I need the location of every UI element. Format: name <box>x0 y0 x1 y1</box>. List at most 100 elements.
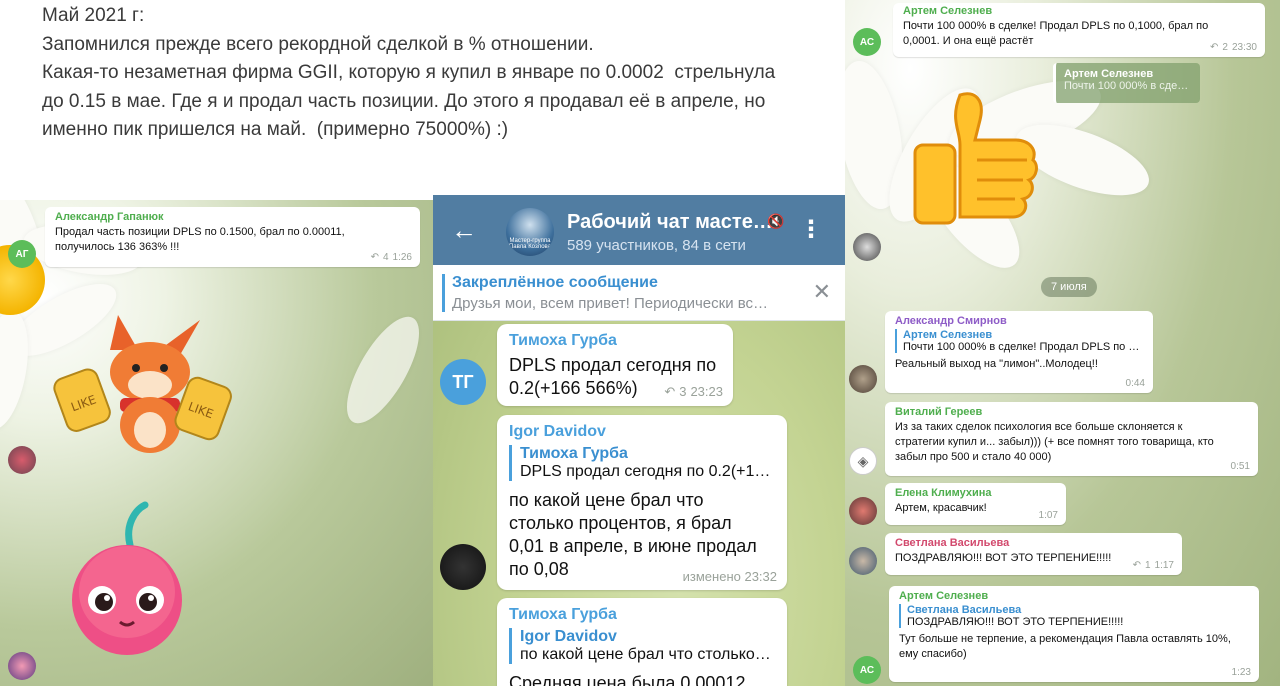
message-bubble[interactable]: Тимоха Гурба Igor Davidov по какой цене … <box>497 598 787 686</box>
chat-avatar[interactable]: Мастер-группа Павла Козлова <box>506 208 554 256</box>
message-sender[interactable]: Александр Гапанюк <box>55 211 410 223</box>
doc-line-5: именно пик пришелся на май. (примерно 75… <box>42 119 509 141</box>
thumbs-up-sticker <box>913 92 1038 225</box>
more-vertical-icon[interactable]: ⋮ <box>799 215 823 244</box>
pinned-message-bar[interactable]: Закреплённое сообщение Друзья мои, всем … <box>433 265 845 321</box>
close-icon[interactable]: ✕ <box>813 279 831 305</box>
pinned-text: Друзья мои, всем привет! Периодически вс… <box>452 295 769 312</box>
avatar[interactable]: АС <box>853 656 881 684</box>
message-time: изменено 23:32 <box>682 569 777 584</box>
message-sender[interactable]: Светлана Васильева <box>895 537 1172 549</box>
reply-quote[interactable]: Светлана Васильева ПОЗДРАВЛЯЮ!!! ВОТ ЭТО… <box>899 604 1249 628</box>
message-bubble[interactable]: Александр Смирнов Артем Селезнев Почти 1… <box>885 311 1153 393</box>
reply-quote[interactable]: Igor Davidov по какой цене брал что стол… <box>509 628 775 664</box>
reply-count[interactable]: 3 <box>679 384 686 400</box>
reply-count[interactable]: 2 <box>1222 42 1228 53</box>
message-sender[interactable]: Елена Климухина <box>895 487 1056 499</box>
message-text: Из за таких сделок психология все больше… <box>895 421 1214 463</box>
message-sender[interactable]: Тимоха Гурба <box>509 606 775 624</box>
avatar[interactable] <box>849 497 877 525</box>
message-bubble[interactable]: Светлана Васильева ПОЗДРАВЛЯЮ!!! ВОТ ЭТО… <box>885 533 1182 575</box>
message-time: 1:23 <box>1231 667 1251 678</box>
reply-arrow-icon[interactable]: ↶ <box>664 384 675 400</box>
avatar[interactable]: ◈ <box>849 447 877 475</box>
daisy-petal <box>333 306 433 434</box>
message-sender[interactable]: Артем Селезнев <box>899 590 1249 602</box>
reply-arrow-icon[interactable]: ↶ <box>371 252 379 263</box>
reply-count[interactable]: 1 <box>1145 560 1151 571</box>
doc-line-2: Запомнился прежде всего рекордной сделко… <box>42 33 594 55</box>
message-time: 23:23 <box>690 384 723 399</box>
text-document: Май 2021 г: Запомнился прежде всего реко… <box>0 0 845 200</box>
avatar[interactable] <box>8 652 36 680</box>
pinned-title: Закреплённое сообщение <box>452 274 658 291</box>
message-bubble[interactable]: Тимоха Гурба DPLS продал сегодня по 0.2(… <box>497 324 733 406</box>
quote-text: Почти 100 000% в сде… <box>1064 80 1189 92</box>
message-sender[interactable]: Артем Селезнев <box>903 5 1255 17</box>
avatar[interactable] <box>853 233 881 261</box>
avatar[interactable] <box>849 547 877 575</box>
message-text: по какой цене брал что столько процентов… <box>509 490 757 579</box>
date-separator: 7 июля <box>1041 277 1097 297</box>
message-text: Реальный выход на "лимон"..Молодец!! <box>895 358 1098 370</box>
message-text: Тут больше не терпение, а рекомендация П… <box>899 633 1231 660</box>
avatar[interactable] <box>8 446 36 474</box>
reply-arrow-icon[interactable]: ↶ <box>1133 560 1141 571</box>
message-time: 0:51 <box>1230 461 1250 472</box>
message-bubble[interactable]: Артем Селезнев Почти 100 000% в сделке! … <box>893 3 1265 57</box>
message-text: Артем, красавчик! <box>895 502 987 514</box>
avatar[interactable]: ТГ <box>440 359 486 405</box>
message-bubble[interactable]: Igor Davidov Тимоха Гурба DPLS продал се… <box>497 415 787 590</box>
message-bubble[interactable]: Артем Селезнев Светлана Васильева ПОЗДРА… <box>889 586 1259 682</box>
right-chat-wallpaper: Артем Селезнев Почти 100 000% в сделке! … <box>845 0 1280 686</box>
message-text: Средняя цена была 0,00012 <box>509 673 746 686</box>
quote-sender: Артем Селезнев <box>1064 68 1154 80</box>
message-sender[interactable]: Виталий Гереев <box>895 406 1248 418</box>
doc-line-1: Май 2021 г: <box>42 5 145 26</box>
message-time: 23:30 <box>1231 42 1257 53</box>
doc-line-4: до 0.15 в мае. Где я и продал часть пози… <box>42 90 766 112</box>
reply-quote-text: ПОЗДРАВЛЯЮ!!! ВОТ ЭТО ТЕРПЕНИЕ!!!!! <box>907 616 1124 628</box>
avatar[interactable]: АГ <box>8 240 36 268</box>
avatar[interactable] <box>849 365 877 393</box>
message-time: 1:17 <box>1154 560 1174 571</box>
message-time: 1:07 <box>1038 510 1058 521</box>
avatar[interactable] <box>440 544 486 590</box>
quoted-message-chip[interactable]: Артем Селезнев Почти 100 000% в сде… <box>1053 63 1200 103</box>
avatar[interactable]: АС <box>853 28 881 56</box>
message-bubble[interactable]: Александр Гапанюк Продал часть позиции D… <box>45 207 420 267</box>
message-text: Продал часть позиции DPLS по 0.1500, бра… <box>55 226 345 253</box>
reply-count[interactable]: 4 <box>383 252 389 263</box>
reply-quote-sender: Тимоха Гурба <box>520 445 628 462</box>
chat-title[interactable]: Рабочий чат масте… <box>567 211 773 234</box>
reply-quote-sender: Igor Davidov <box>520 628 617 645</box>
message-sender[interactable]: Igor Davidov <box>509 423 775 441</box>
left-chat-wallpaper: LIKE LIKE Александр Гапанюк Продал часть… <box>0 200 433 686</box>
message-text: ПОЗДРАВЛЯЮ!!! ВОТ ЭТО ТЕРПЕНИЕ!!!!! <box>895 552 1112 564</box>
doc-line-3: Какая-то незаметная фирма GGII, которую … <box>42 62 776 84</box>
reply-quote[interactable]: Артем Селезнев Почти 100 000% в сделке! … <box>895 329 1143 353</box>
message-meta: 0:44 <box>1126 378 1145 389</box>
mute-icon: 🔇 <box>767 213 785 229</box>
message-meta: ↶ 1 1:17 <box>1133 560 1174 571</box>
chat-avatar-caption: Мастер-группа Павла Козлова <box>508 238 551 250</box>
reply-quote-text: Почти 100 000% в сделке! Продал DPLS по … <box>903 341 1140 353</box>
message-sender[interactable]: Тимоха Гурба <box>509 332 721 350</box>
cherry-sticker <box>72 501 182 655</box>
message-meta: 0:51 <box>1231 461 1250 472</box>
message-meta: ↶ 2 23:30 <box>1210 42 1257 53</box>
message-meta: изменено 23:32 <box>683 569 777 584</box>
message-bubble[interactable]: Виталий Гереев Из за таких сделок психол… <box>885 402 1258 476</box>
fox-thumbs-up-sticker: LIKE LIKE <box>53 315 232 453</box>
message-sender[interactable]: Александр Смирнов <box>895 315 1143 327</box>
reply-quote-sender: Артем Селезнев <box>903 329 993 341</box>
reply-arrow-icon[interactable]: ↶ <box>1210 42 1218 53</box>
message-text: Почти 100 000% в сделке! Продал DPLS по … <box>903 20 1209 47</box>
reply-quote[interactable]: Тимоха Гурба DPLS продал сегодня по 0.2(… <box>509 445 775 481</box>
message-meta: ↶ 3 23:23 <box>664 384 723 400</box>
back-arrow-icon[interactable]: ← <box>451 215 477 246</box>
message-meta: 1:07 <box>1039 510 1058 521</box>
message-meta: 1:23 <box>1232 667 1251 678</box>
message-bubble[interactable]: Елена Климухина Артем, красавчик! 1:07 <box>885 483 1066 525</box>
chat-header: ← Мастер-группа Павла Козлова Рабочий ча… <box>433 195 845 265</box>
